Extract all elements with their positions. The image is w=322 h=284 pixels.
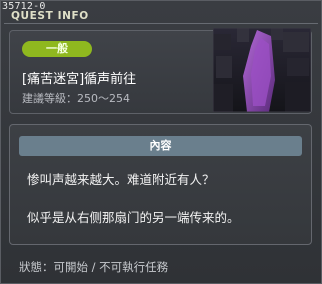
content-header: 內容 — [19, 136, 302, 156]
quest-content-panel: 內容 惨叫声越来越大。难道附近有人？ 似乎是从右侧那扇门的另一端传来的。 — [9, 124, 312, 245]
dark-portal-thumbnail-icon — [213, 28, 311, 112]
quest-status-text: 狀態：可開始 / 不可執行任務 — [19, 260, 169, 274]
title-divider — [4, 23, 318, 24]
quest-info-window: 35712-0 QUEST INFO 一般 [痛苦迷宮]循声前往 建議等級：25… — [0, 0, 322, 284]
category-badge: 一般 — [22, 41, 92, 57]
quest-summary-card: 一般 [痛苦迷宮]循声前往 建議等級：250～254 — [9, 28, 312, 114]
quest-name: [痛苦迷宮]循声前往 — [22, 72, 137, 87]
window-title: QUEST INFO — [11, 10, 89, 22]
content-line: 惨叫声越来越大。难道附近有人？ — [27, 172, 215, 187]
level-requirement: 建議等級：250～254 — [22, 92, 130, 105]
content-line: 似乎是从右侧那扇门的另一端传来的。 — [27, 210, 240, 225]
